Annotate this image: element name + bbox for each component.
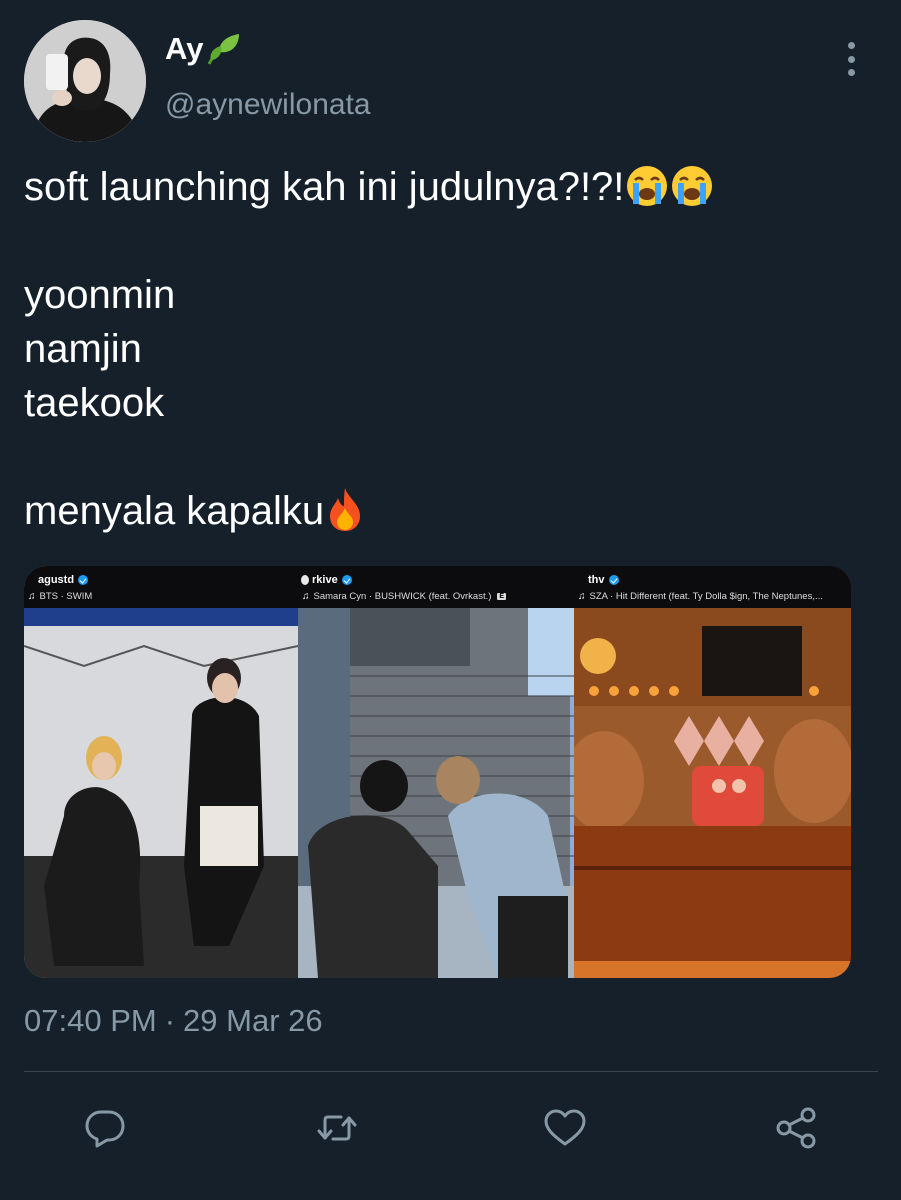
verified-badge-icon xyxy=(78,575,89,585)
tweet-media[interactable]: agustd ♫ BTS · SWIM rkive ♫ Samara Cyn ·… xyxy=(24,566,851,978)
reply-icon xyxy=(85,1110,125,1148)
tweet-line-1: soft launching kah ini judulnya?!?! xyxy=(24,160,874,214)
reply-button[interactable] xyxy=(81,1104,129,1152)
panel-username-text: rkive xyxy=(312,574,338,586)
media-panel-2[interactable]: rkive ♫ Samara Cyn · BUSHWICK (feat. Ovr… xyxy=(298,566,574,978)
like-button[interactable] xyxy=(541,1104,589,1152)
fire-icon xyxy=(330,488,361,531)
timestamp-separator: · xyxy=(164,1003,176,1038)
ship-line: taekook xyxy=(24,381,165,425)
music-note-icon: ♫ xyxy=(28,591,36,602)
ship-line: yoonmin xyxy=(24,273,176,317)
panel-username-text: thv xyxy=(588,574,605,586)
explicit-badge: E xyxy=(497,593,507,600)
photo-1 xyxy=(24,566,298,978)
user-handle[interactable]: @aynewilonata xyxy=(165,88,371,122)
timestamp-time: 07:40 PM xyxy=(24,1003,157,1038)
panel-song: ♫ Samara Cyn · BUSHWICK (feat. Ovrkast.)… xyxy=(302,591,507,602)
music-note-icon: ♫ xyxy=(302,591,310,602)
tweet-closing-text: menyala kapalku xyxy=(24,489,325,533)
panel-username: agustd xyxy=(38,574,89,586)
panel-song-text: Samara Cyn · BUSHWICK (feat. Ovrkast.) xyxy=(313,591,492,602)
verified-badge-icon xyxy=(341,575,352,585)
more-options-icon[interactable] xyxy=(836,42,866,76)
tweet-line-1-text: soft launching kah ini judulnya?!?! xyxy=(24,165,625,209)
timestamp-date: 29 Mar 26 xyxy=(183,1003,323,1038)
tweet-timestamp[interactable]: 07:40 PM · 29 Mar 26 xyxy=(24,1003,323,1039)
panel-username: rkive xyxy=(312,574,352,586)
avatar-dot-icon xyxy=(301,575,309,585)
loudly-crying-face-icon xyxy=(672,166,713,206)
photo-2 xyxy=(298,566,574,978)
photo-3 xyxy=(574,566,851,978)
panel-song: ♫ SZA · Hit Different (feat. Ty Dolla $i… xyxy=(578,591,823,602)
tweet-detail-page: Ay @aynewilonata soft launching kah ini … xyxy=(0,0,901,1200)
retweet-button[interactable] xyxy=(313,1104,361,1152)
panel-header: agustd ♫ BTS · SWIM xyxy=(24,566,298,608)
avatar[interactable] xyxy=(24,20,146,142)
panel-song-text: BTS · SWIM xyxy=(39,591,93,602)
music-note-icon: ♫ xyxy=(578,591,586,602)
panel-song-text: SZA · Hit Different (feat. Ty Dolla $ign… xyxy=(589,591,823,602)
retweet-icon xyxy=(317,1115,357,1141)
display-name-text: Ay xyxy=(165,31,204,66)
tweet-closing-line: menyala kapalku xyxy=(24,484,874,538)
display-name[interactable]: Ay xyxy=(165,30,245,68)
share-icon xyxy=(776,1107,816,1149)
loudly-crying-face-icon xyxy=(627,166,668,206)
panel-username-text: agustd xyxy=(38,574,75,586)
verified-badge-icon xyxy=(608,575,619,585)
tweet-text: soft launching kah ini judulnya?!?! yoon… xyxy=(24,160,874,538)
panel-song: ♫ BTS · SWIM xyxy=(28,591,92,602)
share-button[interactable] xyxy=(772,1104,820,1152)
like-icon xyxy=(544,1109,586,1146)
media-panel-3[interactable]: thv ♫ SZA · Hit Different (feat. Ty Doll… xyxy=(574,566,851,978)
media-panel-1[interactable]: agustd ♫ BTS · SWIM xyxy=(24,566,298,978)
panel-username: thv xyxy=(588,574,619,586)
divider xyxy=(24,1071,878,1072)
panel-header: thv ♫ SZA · Hit Different (feat. Ty Doll… xyxy=(574,566,851,608)
leaf-icon xyxy=(208,34,240,65)
panel-header: rkive ♫ Samara Cyn · BUSHWICK (feat. Ovr… xyxy=(298,566,574,608)
ship-line: namjin xyxy=(24,327,142,371)
